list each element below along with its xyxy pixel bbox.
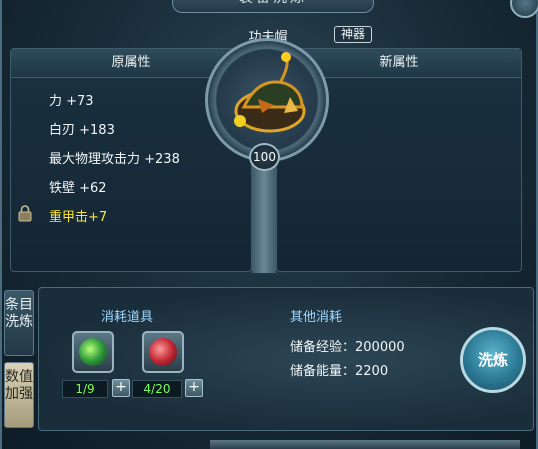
- attribute-row: 最大物理攻击力 +238: [49, 152, 180, 167]
- kungfu-hat-icon: [234, 52, 306, 133]
- attribute-row: 白刃 +183: [49, 123, 115, 138]
- attribute-row-highlight: 重甲击+7: [49, 210, 108, 225]
- lock-icon[interactable]: [16, 204, 34, 222]
- green-orb-icon: [79, 338, 107, 366]
- red-orb-icon: [149, 338, 177, 366]
- item-tag-badge: 神器: [334, 26, 372, 43]
- reserve-energy: 储备能量：2200: [290, 364, 389, 379]
- tab-entry-refine[interactable]: 条目洗炼: [4, 290, 34, 356]
- other-cost-title: 其他消耗: [290, 310, 343, 325]
- add-material-2-button[interactable]: +: [185, 379, 203, 397]
- add-material-1-button[interactable]: +: [112, 379, 130, 397]
- tab-value-enhance[interactable]: 数值加强: [4, 362, 34, 428]
- bottom-strip: [210, 440, 520, 449]
- attribute-row: 铁壁 +62: [49, 181, 107, 196]
- attribute-row: 力 +73: [49, 94, 94, 109]
- material-count-2: 4/20: [132, 380, 182, 398]
- window-title: 装备洗炼: [172, 0, 374, 13]
- reserve-exp: 储备经验：200000: [290, 340, 405, 355]
- item-level-badge: 100: [249, 143, 280, 171]
- material-slot-2[interactable]: [142, 331, 184, 373]
- material-slot-1[interactable]: [72, 331, 114, 373]
- material-count-1: 1/9: [62, 380, 108, 398]
- refine-button[interactable]: 洗炼: [460, 327, 526, 393]
- consume-items-title: 消耗道具: [101, 310, 154, 325]
